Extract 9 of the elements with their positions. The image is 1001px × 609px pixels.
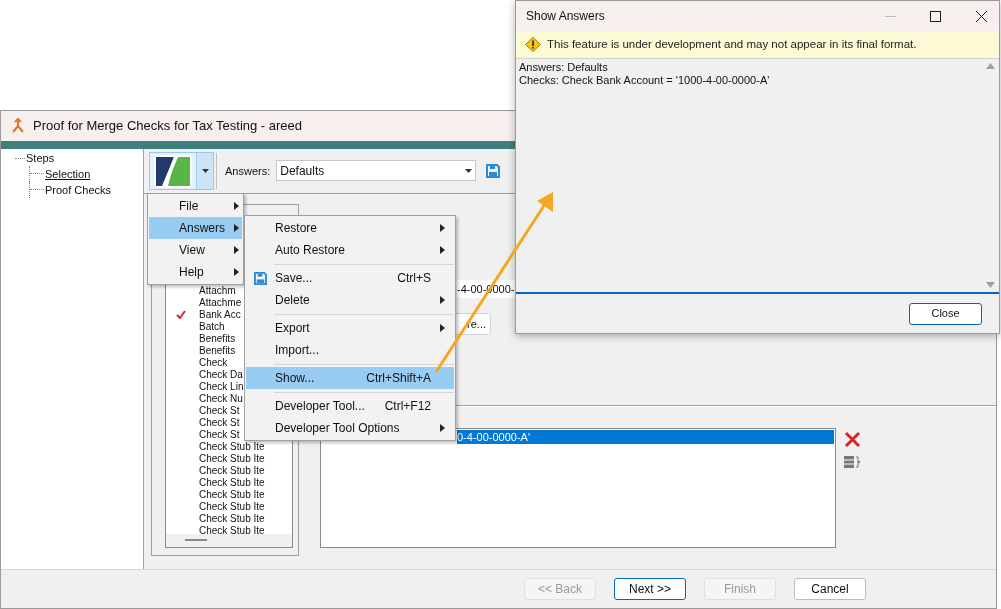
- shortcut-text: Ctrl+F12: [384, 398, 431, 415]
- warning-message: This feature is under development and may not appear in its final format.: [547, 36, 917, 52]
- text-line: Checks: Check Bank Account = '1000-4-00-0000-A': [519, 74, 771, 87]
- shortcut-text: Ctrl+S: [397, 270, 431, 287]
- dialog-title: Show Answers: [526, 8, 606, 25]
- text-line: Answers: Defaults: [519, 61, 609, 74]
- window-title: Proof for Merge Checks for Tax Testing - areed: [33, 117, 303, 136]
- answers-label: Answers:: [225, 163, 271, 179]
- shortcut-text: Ctrl+Shift+A: [366, 370, 431, 387]
